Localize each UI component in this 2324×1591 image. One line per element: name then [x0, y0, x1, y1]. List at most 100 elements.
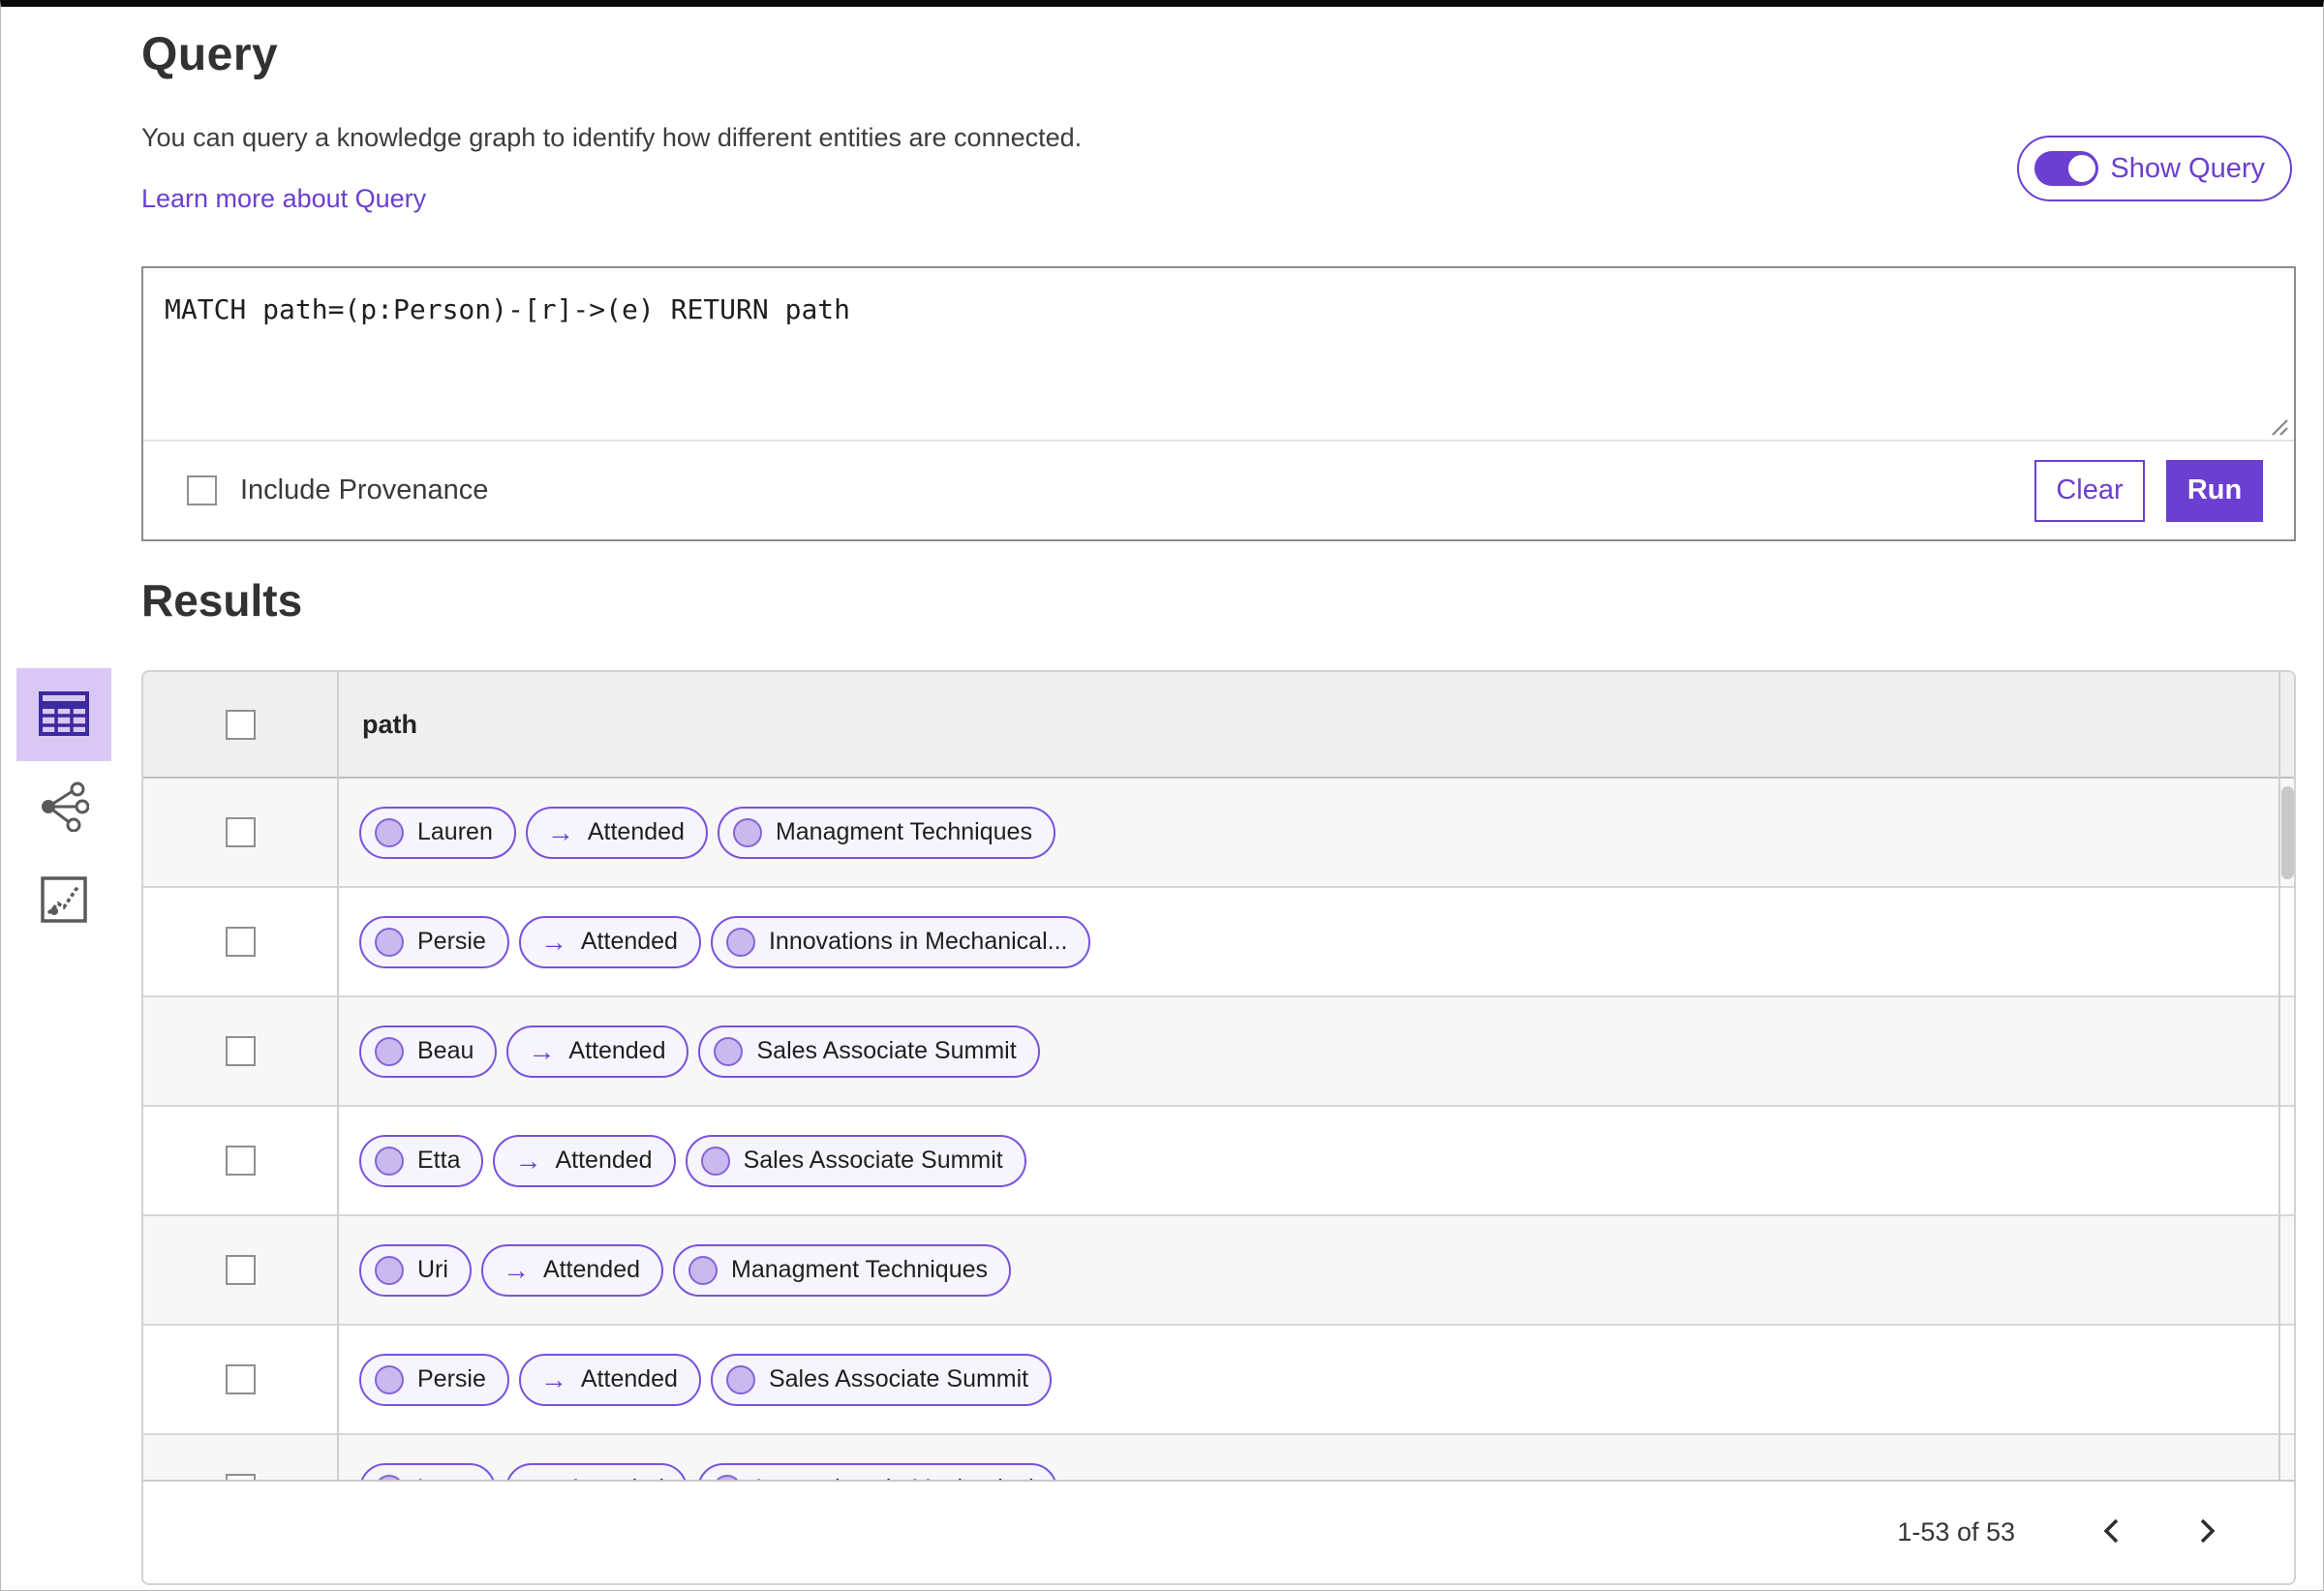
target-node-pill[interactable]: Sales Associate Summit: [710, 1353, 1053, 1406]
chevron-left-icon: [2100, 1516, 2122, 1548]
header-checkbox-cell: [143, 709, 337, 740]
edge-pill[interactable]: → Attended: [480, 1243, 664, 1297]
graph-view-button[interactable]: [16, 761, 111, 854]
query-editor-panel: MATCH path=(p:Person)-[r]->(e) RETURN pa…: [141, 266, 2296, 541]
source-node-pill[interactable]: Lauren: [359, 806, 516, 859]
path-cell: Beau → Attended Sales Associate Summit: [337, 1025, 1040, 1078]
row-checkbox[interactable]: [225, 1364, 256, 1394]
edge-label: Attended: [580, 1365, 678, 1392]
row-checkbox[interactable]: [225, 817, 256, 847]
node-circle-icon: [725, 927, 755, 957]
select-all-checkbox[interactable]: [225, 709, 256, 740]
results-view-switcher: [16, 668, 113, 947]
edge-pill[interactable]: → Attended: [506, 1025, 689, 1078]
query-page: Query You can query a knowledge graph to…: [0, 0, 2324, 1591]
previous-page-button[interactable]: [2091, 1507, 2131, 1558]
target-node-label: Managment Techniques: [775, 818, 1032, 845]
node-circle-icon: [688, 1255, 719, 1285]
node-circle-icon: [725, 1364, 755, 1394]
arrow-right-icon: →: [546, 816, 574, 847]
node-circle-icon: [700, 1146, 730, 1176]
edge-pill[interactable]: → Attended: [493, 1134, 676, 1187]
chart-view-icon: [41, 875, 87, 926]
target-node-label: Managment Techniques: [731, 1256, 989, 1283]
path-cell: Persie → Attended Sales Associate Summit: [337, 1353, 1053, 1406]
arrow-right-icon: →: [502, 1254, 530, 1285]
graph-view-icon: [39, 781, 90, 835]
scrollbar-thumb[interactable]: [2281, 786, 2294, 879]
target-node-label: Sales Associate Summit: [756, 1037, 1017, 1064]
target-node-pill[interactable]: Sales Associate Summit: [698, 1025, 1040, 1078]
source-node-pill[interactable]: Persie: [359, 915, 509, 968]
node-circle-icon: [732, 817, 762, 847]
row-checkbox-cell: [143, 1146, 337, 1176]
row-checkbox-cell: [143, 1255, 337, 1285]
show-query-label: Show Query: [2110, 152, 2265, 184]
results-title: Results: [141, 575, 303, 626]
query-footer: Include Provenance Clear Run: [143, 442, 2294, 539]
node-circle-icon: [375, 817, 404, 847]
path-column-header: path: [362, 709, 417, 739]
column-divider: [337, 672, 339, 1482]
target-node-pill[interactable]: Sales Associate Summit: [685, 1134, 1026, 1187]
next-page-button[interactable]: [2187, 1507, 2228, 1558]
target-node-label: Sales Associate Summit: [743, 1147, 1003, 1174]
show-query-toggle[interactable]: Show Query: [2017, 136, 2292, 201]
source-node-pill[interactable]: Etta: [359, 1134, 484, 1187]
target-node-pill[interactable]: Managment Techniques: [673, 1243, 1012, 1297]
table-view-icon: [39, 690, 89, 739]
toggle-knob: [2066, 153, 2098, 184]
node-circle-icon: [375, 1255, 404, 1285]
table-row: Larry → Attended Innovations in Mechanic…: [143, 1435, 2294, 1482]
path-cell: Uri → Attended Managment Techniques: [337, 1243, 1012, 1297]
table-row: Lauren → Attended Managment Techniques: [143, 779, 2294, 888]
row-checkbox[interactable]: [225, 1036, 256, 1066]
node-circle-icon: [714, 1036, 744, 1066]
row-checkbox-cell: [143, 817, 337, 847]
node-circle-icon: [375, 1146, 404, 1176]
edge-pill[interactable]: → Attended: [518, 1353, 701, 1406]
edge-label: Attended: [568, 1037, 666, 1064]
source-node-pill[interactable]: Beau: [359, 1025, 498, 1078]
source-node-pill[interactable]: Uri: [359, 1243, 472, 1297]
clear-button[interactable]: Clear: [2034, 459, 2145, 522]
table-row: Uri → Attended Managment Techniques: [143, 1216, 2294, 1326]
chart-view-button[interactable]: [16, 854, 111, 947]
row-checkbox-cell: [143, 1364, 337, 1394]
path-cell: Persie → Attended Innovations in Mechani…: [337, 915, 1091, 968]
source-node-pill[interactable]: Persie: [359, 1353, 509, 1406]
edge-pill[interactable]: → Attended: [518, 915, 701, 968]
row-checkbox[interactable]: [225, 927, 256, 957]
include-provenance-checkbox[interactable]: [187, 475, 217, 505]
row-checkbox[interactable]: [225, 1146, 256, 1176]
edge-label: Attended: [580, 928, 678, 955]
learn-more-link[interactable]: Learn more about Query: [141, 184, 426, 214]
table-view-button[interactable]: [16, 668, 111, 761]
arrow-right-icon: →: [514, 1145, 542, 1176]
target-node-pill[interactable]: Managment Techniques: [717, 806, 1055, 859]
source-node-label: Uri: [417, 1256, 448, 1283]
row-checkbox-cell: [143, 927, 337, 957]
resize-grip-icon[interactable]: [2264, 412, 2289, 442]
edge-label: Attended: [542, 1256, 641, 1283]
table-row: Beau → Attended Sales Associate Summit: [143, 997, 2294, 1107]
path-cell: Etta → Attended Sales Associate Summit: [337, 1134, 1026, 1187]
edge-label: Attended: [555, 1147, 653, 1174]
target-node-pill[interactable]: Innovations in Mechanical...: [710, 915, 1091, 968]
pagination-bar: 1-53 of 53: [143, 1480, 2294, 1583]
source-node-label: Beau: [417, 1037, 474, 1064]
row-checkbox[interactable]: [225, 1255, 256, 1285]
source-node-label: Lauren: [417, 818, 493, 845]
source-node-label: Persie: [417, 928, 486, 955]
run-button[interactable]: Run: [2166, 459, 2263, 522]
edge-label: Attended: [587, 818, 685, 845]
chevron-right-icon: [2197, 1516, 2218, 1548]
path-cell: Lauren → Attended Managment Techniques: [337, 806, 1055, 859]
pagination-range: 1-53 of 53: [1897, 1517, 2015, 1546]
node-circle-icon: [375, 927, 404, 957]
row-checkbox-cell: [143, 1036, 337, 1066]
query-input[interactable]: MATCH path=(p:Person)-[r]->(e) RETURN pa…: [143, 268, 2294, 442]
node-circle-icon: [375, 1364, 404, 1394]
edge-pill[interactable]: → Attended: [525, 806, 708, 859]
scrollbar-track: [2278, 672, 2280, 1482]
